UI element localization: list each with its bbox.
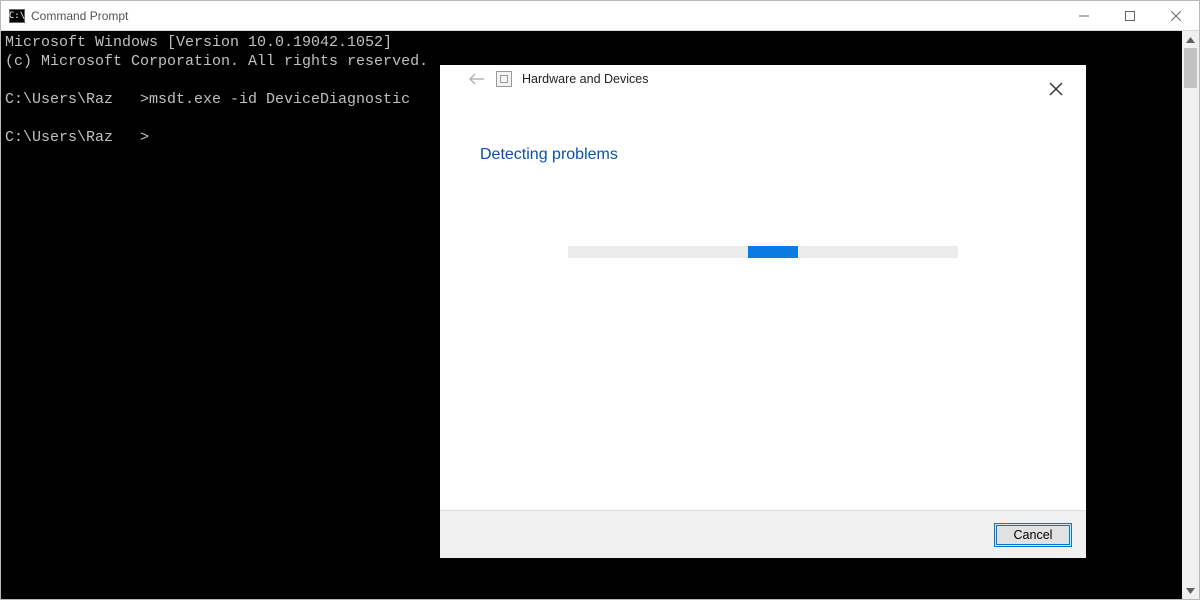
minimize-button[interactable]: [1061, 1, 1107, 30]
maximize-button[interactable]: [1107, 1, 1153, 30]
terminal-line: Microsoft Windows [Version 10.0.19042.10…: [5, 34, 392, 51]
hardware-icon: [496, 71, 512, 87]
troubleshooter-dialog: Hardware and Devices Detecting problems …: [440, 65, 1086, 558]
dialog-close-button[interactable]: [1046, 79, 1066, 99]
progress-fill: [748, 246, 798, 258]
terminal-line: (c) Microsoft Corporation. All rights re…: [5, 53, 428, 70]
cmd-icon: C:\: [9, 9, 25, 23]
terminal-line: C:\Users\Raz >msdt.exe -id DeviceDiagnos…: [5, 91, 410, 108]
terminal-line: C:\Users\Raz >: [5, 129, 149, 146]
dialog-footer: Cancel: [440, 510, 1086, 558]
dialog-heading: Detecting problems: [440, 120, 1086, 164]
progress-bar: [568, 246, 958, 258]
scroll-thumb[interactable]: [1184, 48, 1197, 88]
titlebar[interactable]: C:\ Command Prompt: [1, 1, 1199, 31]
scrollbar[interactable]: [1182, 31, 1199, 599]
close-button[interactable]: [1153, 1, 1199, 30]
dialog-title: Hardware and Devices: [522, 72, 648, 86]
window-title: Command Prompt: [31, 9, 128, 23]
back-arrow-icon: [468, 70, 486, 88]
scroll-up-arrow-icon[interactable]: [1182, 31, 1199, 48]
scroll-down-arrow-icon[interactable]: [1182, 582, 1199, 599]
cancel-button[interactable]: Cancel: [994, 523, 1072, 547]
